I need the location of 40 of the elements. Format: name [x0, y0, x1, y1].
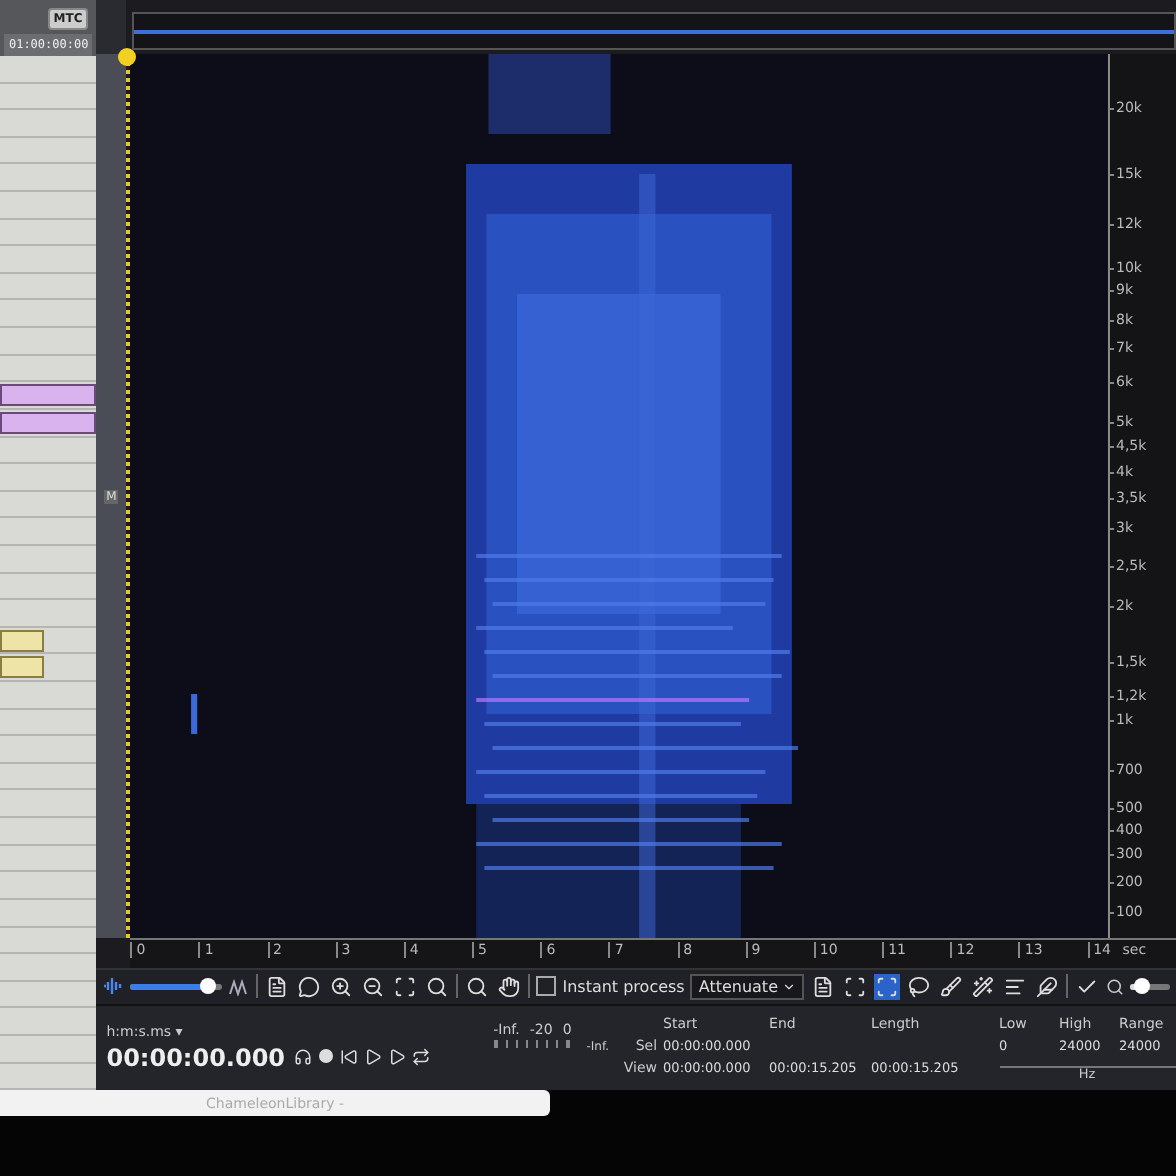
zoom-in-icon[interactable]: [328, 973, 355, 1000]
lasso-icon[interactable]: [906, 973, 932, 1000]
view-zoom-slider[interactable]: [1130, 983, 1170, 990]
track-lane: [0, 219, 97, 247]
comment-icon[interactable]: [296, 973, 323, 1000]
audio-clip: [0, 629, 44, 652]
search-icon[interactable]: [464, 973, 491, 1000]
brush-icon[interactable]: [938, 973, 964, 1000]
skip-back-icon[interactable]: [339, 1048, 358, 1067]
zoom-slider[interactable]: [130, 983, 223, 990]
track-lane: [0, 845, 97, 873]
waveform-icon: [102, 976, 125, 997]
track-lane: [0, 1063, 97, 1090]
instant-process-label: Instant process: [562, 977, 685, 996]
track-lane: [0, 927, 97, 955]
instant-process-checkbox[interactable]: [536, 976, 557, 997]
track-lane: [0, 83, 97, 111]
notes-icon[interactable]: [264, 973, 291, 1000]
overview-side-panel: [96, 0, 127, 55]
zoom-selection-icon[interactable]: [424, 973, 451, 1000]
hand-icon[interactable]: [496, 973, 523, 1000]
track-lane: [0, 981, 97, 1009]
zoom-out-icon[interactable]: [360, 973, 387, 1000]
zoom-icon: [1106, 977, 1124, 996]
play-icon[interactable]: [363, 1048, 382, 1067]
record-icon[interactable]: [317, 1048, 334, 1065]
frequency-selection-icon[interactable]: [842, 973, 868, 1000]
track-lane: [0, 573, 97, 601]
track-lane: [0, 709, 97, 737]
zoom-fit-icon[interactable]: [392, 973, 419, 1000]
rectangle-selection-icon[interactable]: [874, 973, 900, 1000]
chevron-icon: [782, 979, 796, 994]
mode-dropdown[interactable]: Attenuate: [690, 973, 804, 1000]
magic-wand-icon[interactable]: [970, 973, 996, 1000]
play-selection-icon[interactable]: [387, 1048, 406, 1067]
loop-icon[interactable]: [411, 1048, 430, 1067]
time-display: 00:00:00.000: [106, 1043, 286, 1072]
feather-icon[interactable]: [1034, 973, 1060, 1000]
audio-clip: [0, 656, 44, 679]
headphones-icon[interactable]: [293, 1048, 312, 1067]
